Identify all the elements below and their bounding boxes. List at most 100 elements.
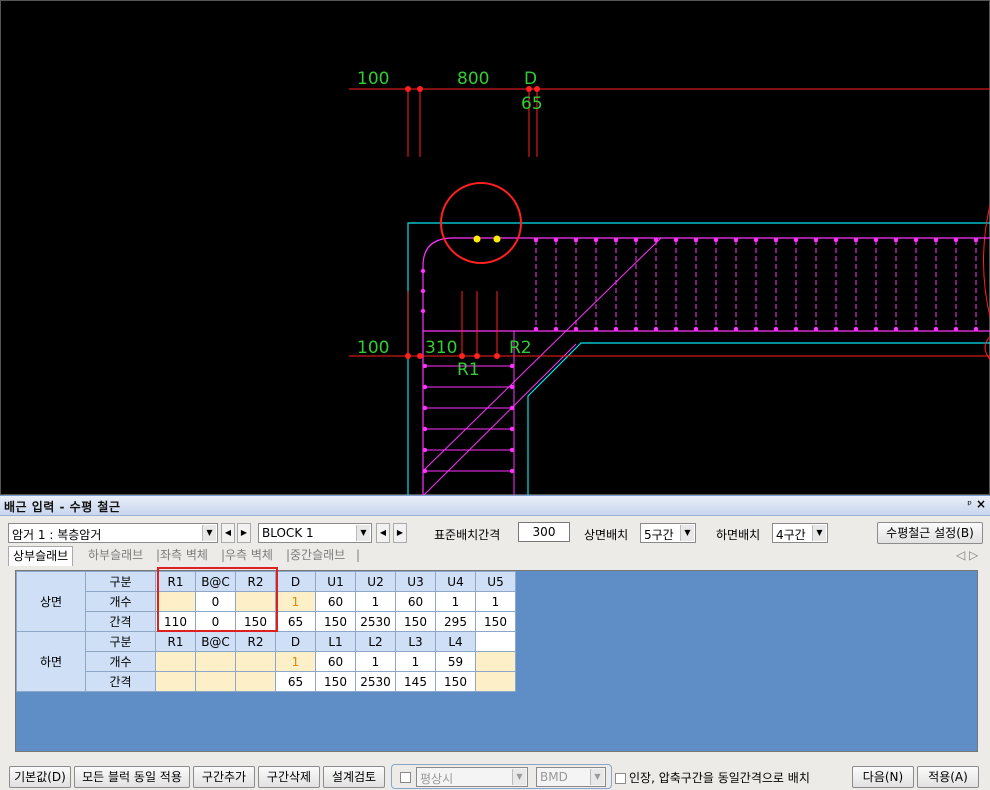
grid-cell[interactable]: 1 [355,651,396,672]
grid-cell[interactable] [475,651,516,672]
tab-left-wall[interactable]: 좌측 벽체 [160,546,208,566]
grid-cell[interactable]: 1 [355,591,396,612]
grid-cell[interactable]: 65 [275,671,316,692]
grid-cell[interactable]: 2530 [355,611,396,632]
chevron-down-icon[interactable]: ▼ [590,769,604,785]
rebar-node [793,237,799,243]
tab-bottom-slab[interactable]: 하부슬래브 [88,546,143,566]
next-member-button[interactable]: ▶ [237,523,251,543]
grid-cell[interactable] [155,671,196,692]
grid-cell[interactable]: 2530 [355,671,396,692]
rebar-node [420,308,426,314]
grid-cell[interactable]: 60 [395,591,436,612]
rebar-node [422,426,428,432]
grid-cell[interactable]: 65 [275,611,316,632]
panel-titlebar[interactable]: 배근 입력 - 수평 철근 ᵖ × [0,496,990,516]
grid-cell[interactable] [195,651,236,672]
rebar-node [753,237,759,243]
chevron-down-icon[interactable]: ▼ [812,525,826,541]
dim-text-left-100: 100 [357,338,389,358]
rebar-node [733,326,739,332]
std-spacing-input[interactable]: 300 [518,522,570,542]
apply-button[interactable]: 적용(A) [917,766,979,788]
rebar-node [873,326,879,332]
grid-cell[interactable]: 60 [315,591,356,612]
prev-member-button[interactable]: ◀ [221,523,235,543]
column-header: U1 [315,571,356,592]
dim-node [474,353,480,359]
tab-right-wall[interactable]: 우측 벽체 [225,546,273,566]
chevron-down-icon[interactable]: ▼ [680,525,694,541]
grid-cell[interactable] [235,671,276,692]
grid-cell[interactable]: 1 [395,651,436,672]
top-layout-select[interactable]: 5구간 ▼ [640,523,696,543]
column-header: U2 [355,571,396,592]
same-interval-label: 인장, 압축구간을 동일간격으로 배치 [629,771,810,785]
grid-cell[interactable] [475,671,516,692]
right-edge-arc-2 [984,336,990,361]
rebar-node [420,288,426,294]
grid-cell[interactable]: 1 [435,591,476,612]
drawing-canvas[interactable]: 100 800 D 65 100 310 R2 R1 [1,1,990,497]
tab-scroll-right-icon[interactable]: ▷ [969,546,978,566]
grid-cell[interactable]: 150 [315,611,356,632]
grid-cell[interactable]: 1 [475,591,516,612]
same-interval-checkbox[interactable] [615,773,626,784]
next-button[interactable]: 다음(N) [852,766,914,788]
prev-block-button[interactable]: ◀ [376,523,390,543]
rebar-node [422,363,428,369]
rebar-node [613,326,619,332]
rebar-node [613,237,619,243]
grid-cell[interactable]: 110 [155,611,196,632]
rebar-node [953,237,959,243]
close-icon[interactable]: × [976,497,986,511]
chevron-down-icon[interactable]: ▼ [202,525,216,541]
tab-mid-slab[interactable]: 중간슬래브 [290,546,345,566]
column-header: L2 [355,631,396,652]
bottom-layout-select[interactable]: 4구간 ▼ [772,523,828,543]
grid-cell[interactable]: 150 [435,671,476,692]
rebar-node [633,237,639,243]
grid-cell[interactable]: 150 [235,611,276,632]
pin-icon[interactable]: ᵖ [967,498,972,511]
rebar-node [813,326,819,332]
grid-cell[interactable]: 295 [435,611,476,632]
rebar-node [913,326,919,332]
grid-cell[interactable]: 1 [275,651,316,672]
state-select[interactable]: 평상시 ▼ [416,767,528,787]
grid-cell[interactable]: 150 [395,611,436,632]
member-select[interactable]: 암거 1 : 복층암거 ▼ [8,523,218,543]
grid-cell[interactable]: 150 [475,611,516,632]
apply-all-blocks-button[interactable]: 모든 블럭 동일 적용 [74,766,190,788]
design-check-button[interactable]: 설계검토 [323,766,385,788]
grid-cell[interactable]: 150 [315,671,356,692]
rebar-node [673,237,679,243]
grid-cell[interactable]: 0 [195,611,236,632]
rebar-settings-button[interactable]: 수평철근 설정(B) [877,522,983,544]
tab-scroll-left-icon[interactable]: ◁ [956,546,965,566]
state-checkbox[interactable] [400,772,411,783]
rebar-node [853,237,859,243]
delete-section-button[interactable]: 구간삭제 [258,766,320,788]
chevron-down-icon[interactable]: ▼ [356,525,370,541]
rebar-node [553,326,559,332]
grid-cell[interactable]: 59 [435,651,476,672]
grid-cell[interactable] [155,651,196,672]
grid-cell[interactable]: 145 [395,671,436,692]
tab-top-slab[interactable]: 상부슬래브 [8,546,74,566]
grid-cell[interactable] [155,591,196,612]
add-section-button[interactable]: 구간추가 [193,766,255,788]
cad-viewport[interactable]: 100 800 D 65 100 310 R2 R1 [0,0,990,497]
next-block-button[interactable]: ▶ [393,523,407,543]
dim-text-top-d: D [524,69,537,89]
grid-cell[interactable]: 1 [275,591,316,612]
default-button[interactable]: 기본값(D) [9,766,71,788]
grid-cell[interactable]: 0 [195,591,236,612]
block-select[interactable]: BLOCK 1 ▼ [258,523,372,543]
grid-cell[interactable] [235,651,276,672]
bmd-select[interactable]: BMD ▼ [536,767,606,787]
grid-cell[interactable]: 60 [315,651,356,672]
grid-cell[interactable] [195,671,236,692]
chevron-down-icon[interactable]: ▼ [512,769,526,785]
grid-cell[interactable] [235,591,276,612]
